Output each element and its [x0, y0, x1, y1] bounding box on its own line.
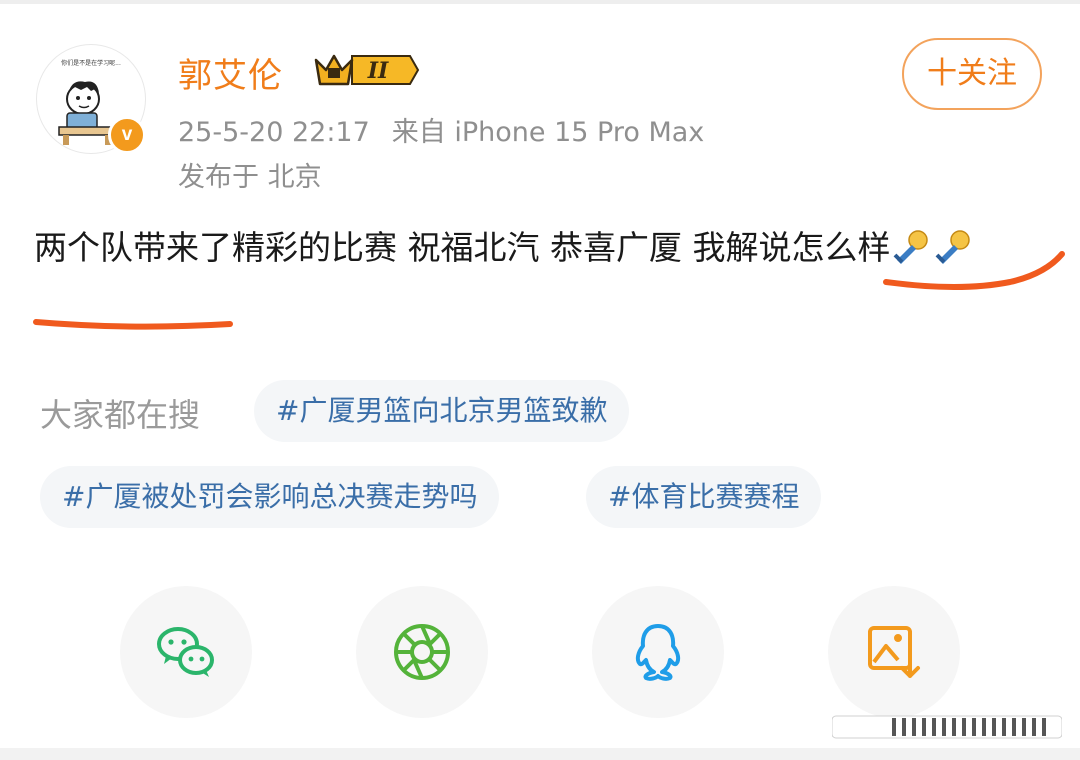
share-qq-button[interactable]: [592, 586, 724, 718]
top-divider: [0, 0, 1080, 4]
qq-icon: [635, 624, 681, 681]
svg-text:II: II: [367, 58, 389, 84]
post-text: 两个队带来了精彩的比赛 祝福北汽 恭喜广厦 我解说怎么样: [34, 228, 891, 267]
trending-topic-chip[interactable]: #广厦男篮向北京男篮致歉: [254, 380, 630, 442]
microphone-emoji-icon: [892, 229, 932, 277]
save-image-icon: [868, 626, 920, 678]
moments-icon: [394, 624, 450, 680]
trending-label: 大家都在搜: [40, 396, 201, 434]
post-meta: 25-5-20 22:17 来自 iPhone 15 Pro Max: [178, 110, 704, 149]
follow-button[interactable]: 十关注: [902, 38, 1042, 110]
watermark-logo-icon: [832, 715, 1062, 739]
wechat-icon: [157, 627, 214, 677]
share-wechat-button[interactable]: [120, 586, 252, 718]
svg-text:你们是不是在学习呢...: 你们是不是在学习呢...: [61, 59, 121, 67]
trending-topic-chip[interactable]: #体育比赛赛程: [586, 466, 822, 528]
post-location: 发布于 北京: [178, 162, 322, 193]
verified-badge-icon: v: [108, 116, 146, 154]
trending-topic-chip[interactable]: #广厦被处罚会影响总决赛走势吗: [40, 466, 500, 528]
share-save-image-button[interactable]: [828, 586, 960, 718]
microphone-emoji-icon: [934, 229, 974, 277]
vip-crown-badge[interactable]: II: [312, 48, 420, 96]
author-name[interactable]: 郭艾伦: [178, 48, 283, 97]
share-moments-button[interactable]: [356, 586, 488, 718]
bottom-divider: [0, 748, 1080, 760]
post-timestamp: 25-5-20 22:17: [178, 117, 370, 148]
post-source: 来自 iPhone 15 Pro Max: [391, 117, 705, 148]
post-content: 两个队带来了精彩的比赛 祝福北汽 恭喜广厦 我解说怎么样: [34, 224, 1044, 277]
